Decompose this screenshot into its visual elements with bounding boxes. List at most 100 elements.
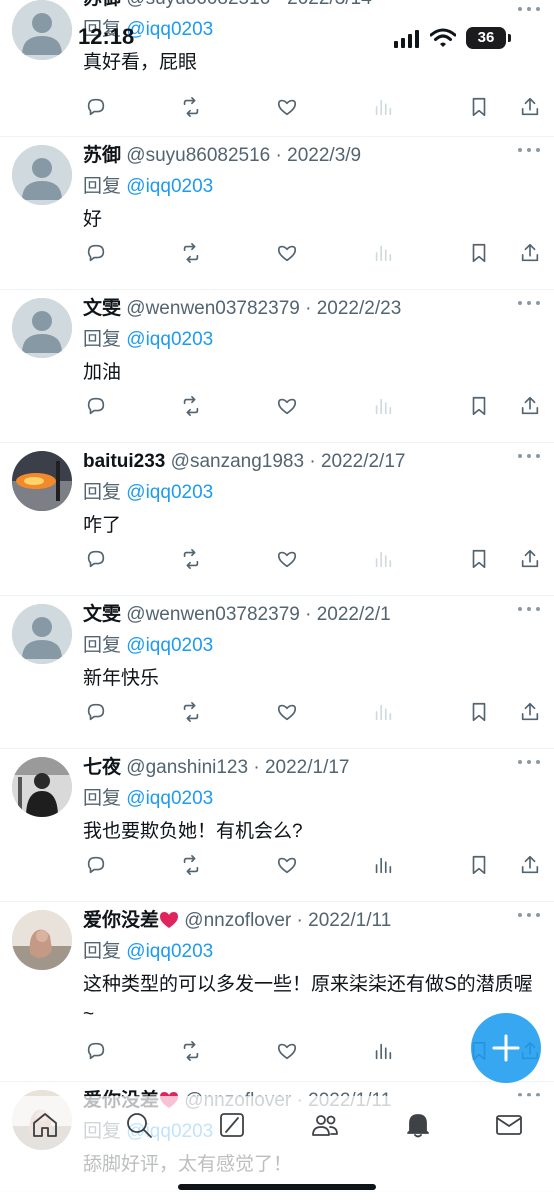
like-button[interactable] xyxy=(274,852,300,878)
avatar[interactable] xyxy=(12,604,72,664)
more-options-button[interactable] xyxy=(518,910,540,920)
reply-icon xyxy=(87,550,105,568)
tweet[interactable]: 文雯 @wenwen03782379 · 2022/2/1 回复 @iqq0203… xyxy=(0,596,554,749)
like-button[interactable] xyxy=(274,240,300,266)
more-options-button[interactable] xyxy=(518,451,540,461)
author-name[interactable]: 七夜 xyxy=(83,757,121,778)
reply-feed: 苏御 @suyu86082516 · 2022/3/14回复 @iqq0203真… xyxy=(0,0,554,1192)
retweet-button[interactable] xyxy=(178,240,204,266)
like-button[interactable] xyxy=(274,546,300,572)
tab-grok[interactable] xyxy=(215,1108,249,1142)
reply-button[interactable] xyxy=(83,240,109,266)
tab-search[interactable] xyxy=(122,1108,156,1142)
more-options-button[interactable] xyxy=(518,4,540,14)
share-icon xyxy=(521,97,539,116)
reply-button[interactable] xyxy=(83,94,109,120)
author-name[interactable]: 苏御 xyxy=(83,145,121,166)
views-button[interactable] xyxy=(370,546,396,572)
bookmark-button[interactable] xyxy=(466,240,492,266)
retweet-button[interactable] xyxy=(178,546,204,572)
tweet[interactable]: 苏御 @suyu86082516 · 2022/3/9 回复 @iqq0203 好 xyxy=(0,137,554,290)
author-handle[interactable]: @wenwen03782379 xyxy=(126,298,300,319)
tweet[interactable]: 七夜 @ganshini123 · 2022/1/17 回复 @iqq0203 我也… xyxy=(0,749,554,902)
tweet-date[interactable]: 2022/1/11 xyxy=(308,910,391,931)
tweet-text: 我也要欺负她！有机会么? xyxy=(83,821,303,842)
bookmark-button[interactable] xyxy=(466,546,492,572)
author-name[interactable]: baitui233 xyxy=(83,451,165,472)
share-button[interactable] xyxy=(517,94,543,120)
retweet-button[interactable] xyxy=(178,699,204,725)
avatar[interactable] xyxy=(12,145,72,205)
avatar[interactable] xyxy=(12,298,72,358)
author-name[interactable]: 文雯 xyxy=(83,604,121,625)
tweet-actions xyxy=(83,240,544,268)
author-name[interactable]: 文雯 xyxy=(83,298,121,319)
mention-link[interactable]: @iqq0203 xyxy=(126,635,213,656)
more-options-button[interactable] xyxy=(518,757,540,767)
author-name[interactable]: 爱你没差 xyxy=(83,910,159,931)
share-button[interactable] xyxy=(517,699,543,725)
tweet-date[interactable]: 2022/2/17 xyxy=(321,451,406,472)
tweet-date[interactable]: 2022/3/14 xyxy=(287,0,372,9)
author-handle[interactable]: @nnzoflover xyxy=(184,910,291,931)
share-button[interactable] xyxy=(517,852,543,878)
author-handle[interactable]: @ganshini123 xyxy=(126,757,248,778)
tab-communities[interactable] xyxy=(308,1108,342,1142)
compose-button[interactable] xyxy=(471,1013,541,1083)
tweet-date[interactable]: 2022/3/9 xyxy=(287,145,361,166)
mention-link[interactable]: @iqq0203 xyxy=(126,482,213,503)
views-button[interactable] xyxy=(370,852,396,878)
like-button[interactable] xyxy=(274,1038,300,1064)
reply-button[interactable] xyxy=(83,393,109,419)
share-button[interactable] xyxy=(517,240,543,266)
share-button[interactable] xyxy=(517,546,543,572)
tweet[interactable]: 苏御 @suyu86082516 · 2022/3/14回复 @iqq0203真… xyxy=(0,0,554,137)
views-button[interactable] xyxy=(370,393,396,419)
tweet[interactable]: 文雯 @wenwen03782379 · 2022/2/23 回复 @iqq020… xyxy=(0,290,554,443)
tweet[interactable]: baitui233 @sanzang1983 · 2022/2/17 回复 @iq… xyxy=(0,443,554,596)
avatar[interactable] xyxy=(12,451,72,511)
bookmark-button[interactable] xyxy=(466,94,492,120)
reply-button[interactable] xyxy=(83,852,109,878)
retweet-button[interactable] xyxy=(178,94,204,120)
author-name[interactable]: 苏御 xyxy=(83,0,121,9)
tab-notifications[interactable] xyxy=(401,1108,435,1142)
author-handle[interactable]: @sanzang1983 xyxy=(171,451,304,472)
views-button[interactable] xyxy=(370,240,396,266)
share-button[interactable] xyxy=(517,393,543,419)
author-handle[interactable]: @suyu86082516 xyxy=(126,0,270,9)
tweet-header: 苏御 @suyu86082516 · 2022/3/14 xyxy=(83,0,540,12)
tweet-text: 好 xyxy=(83,209,103,230)
tab-home[interactable] xyxy=(28,1108,62,1142)
mention-link[interactable]: @iqq0203 xyxy=(126,941,213,962)
tab-messages[interactable] xyxy=(492,1108,526,1142)
bookmark-button[interactable] xyxy=(466,699,492,725)
avatar[interactable] xyxy=(12,757,72,817)
views-button[interactable] xyxy=(370,699,396,725)
bookmark-button[interactable] xyxy=(466,393,492,419)
reply-button[interactable] xyxy=(83,699,109,725)
author-handle[interactable]: @suyu86082516 xyxy=(126,145,270,166)
retweet-button[interactable] xyxy=(178,852,204,878)
views-button[interactable] xyxy=(370,1038,396,1064)
more-options-button[interactable] xyxy=(518,604,540,614)
views-button[interactable] xyxy=(370,94,396,120)
tweet-date[interactable]: 2022/2/23 xyxy=(317,298,402,319)
mention-link[interactable]: @iqq0203 xyxy=(126,329,213,350)
mention-link[interactable]: @iqq0203 xyxy=(126,788,213,809)
like-button[interactable] xyxy=(274,699,300,725)
reply-button[interactable] xyxy=(83,546,109,572)
author-handle[interactable]: @wenwen03782379 xyxy=(126,604,300,625)
tweet-date[interactable]: 2022/2/1 xyxy=(317,604,391,625)
like-button[interactable] xyxy=(274,94,300,120)
mention-link[interactable]: @iqq0203 xyxy=(126,176,213,197)
more-options-button[interactable] xyxy=(518,298,540,308)
retweet-button[interactable] xyxy=(178,1038,204,1064)
bookmark-button[interactable] xyxy=(466,852,492,878)
more-options-button[interactable] xyxy=(518,145,540,155)
reply-button[interactable] xyxy=(83,1038,109,1064)
tweet-date[interactable]: 2022/1/17 xyxy=(265,757,350,778)
retweet-button[interactable] xyxy=(178,393,204,419)
like-button[interactable] xyxy=(274,393,300,419)
avatar[interactable] xyxy=(12,910,72,970)
